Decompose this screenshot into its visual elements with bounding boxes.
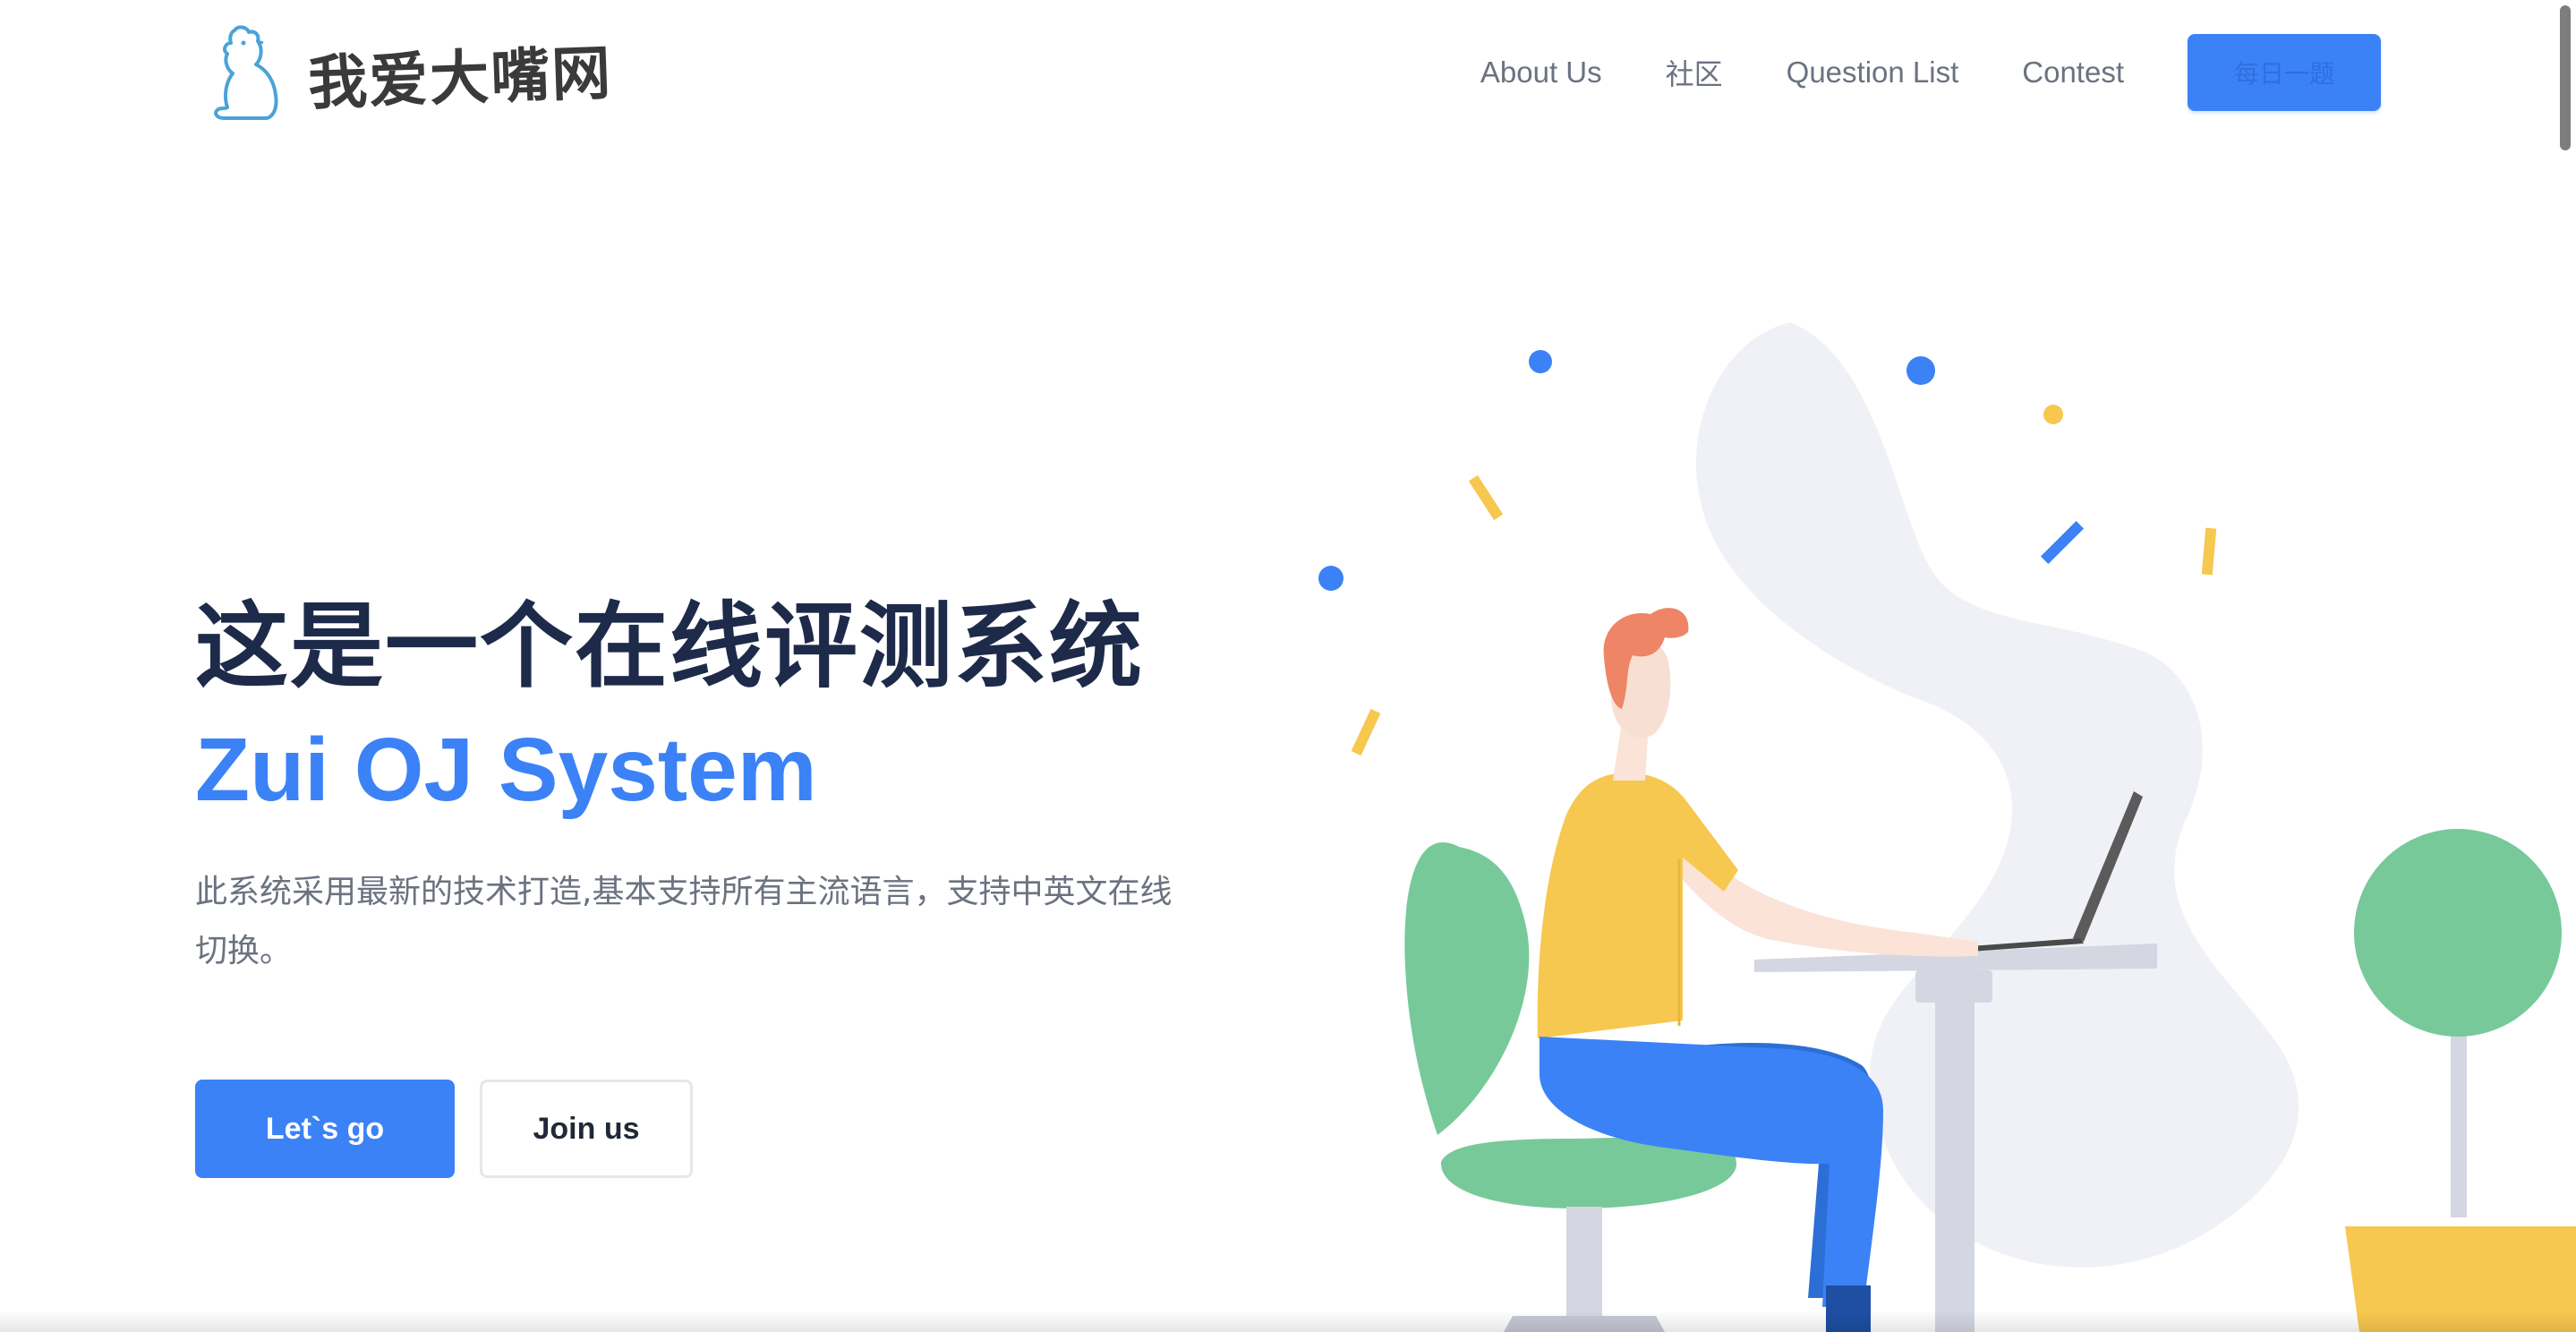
hero-title-en: Zui OJ System [195, 720, 817, 820]
desk-leg [1935, 1001, 1975, 1332]
daily-question-button[interactable]: 每日一题 [2188, 34, 2381, 111]
plant-foliage [2354, 829, 2562, 1037]
logo-text: 我爱大嘴网 [306, 38, 614, 118]
hero-illustration [1318, 322, 2576, 1332]
nav-community[interactable]: 社区 [1666, 52, 1723, 93]
confetti-dot [1906, 356, 1935, 385]
confetti-dot [1318, 566, 1343, 591]
confetti-dot [2043, 405, 2063, 424]
vertical-scrollbar[interactable] [2560, 5, 2571, 150]
polar-bear-logo-icon [214, 25, 278, 120]
hero-description: 此系统采用最新的技术打造,基本支持所有主流语言，支持中英文在线切换。 [195, 874, 1173, 969]
lets-go-button[interactable]: Let`s go [195, 1080, 455, 1178]
landing-page: 我爱大嘴网 About Us 社区 Question List Contest … [0, 0, 2576, 1332]
person-shirt [1537, 773, 1738, 1038]
desk-support [1915, 970, 1992, 1003]
chair-back [1404, 842, 1530, 1135]
bottom-shadow [0, 1311, 2576, 1332]
confetti-dot [1529, 350, 1552, 373]
site-logo[interactable]: 我爱大嘴网 [208, 23, 614, 124]
confetti-bar [1468, 474, 1504, 521]
plant-stem [2451, 1020, 2467, 1217]
nav-question-list[interactable]: Question List [1787, 56, 1959, 90]
hero-title-cn: 这是一个在线评测系统 [195, 592, 1145, 701]
nav-about-us[interactable]: About Us [1480, 56, 1602, 90]
confetti-bar [2040, 520, 2085, 565]
confetti-bar [1351, 708, 1381, 756]
main-nav: About Us 社区 Question List Contest 每日一题 [1480, 34, 2381, 111]
nav-contest[interactable]: Contest [2022, 56, 2124, 90]
join-us-button[interactable]: Join us [480, 1080, 693, 1178]
confetti-bar [2201, 527, 2217, 576]
